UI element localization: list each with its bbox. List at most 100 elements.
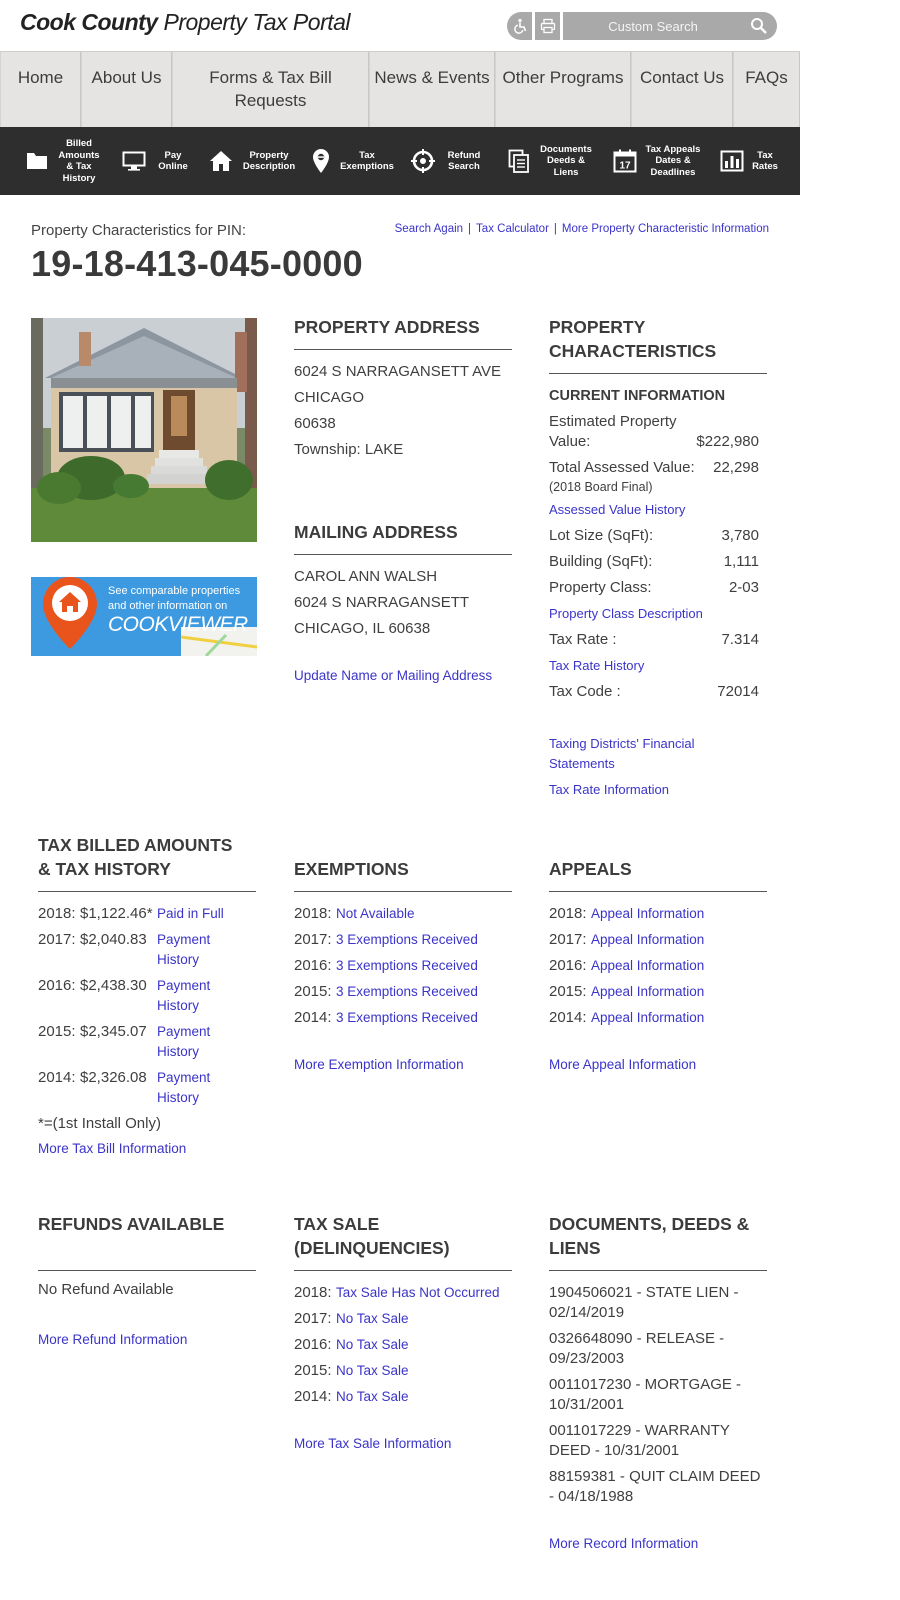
nav-other-programs[interactable]: Other Programs <box>495 52 631 127</box>
tax-billed-row: 2018: $1,122.46* Paid in Full <box>38 904 256 924</box>
tax-sale-link[interactable]: No Tax Sale <box>336 1306 409 1332</box>
cookviewer-brand-rest: VIEWER <box>167 613 248 636</box>
tax-sale-link[interactable]: No Tax Sale <box>336 1332 409 1358</box>
exemption-link[interactable]: Not Available <box>336 901 415 927</box>
nav-about-us[interactable]: About Us <box>81 52 172 127</box>
property-class-description-link[interactable]: Property Class Description <box>549 606 703 621</box>
tax-rate-history-link[interactable]: Tax Rate History <box>549 658 644 673</box>
nav-home[interactable]: Home <box>0 52 81 127</box>
payment-history-link[interactable]: Payment History <box>157 1068 217 1108</box>
print-button[interactable] <box>535 12 560 40</box>
exemption-link[interactable]: 3 Exemptions Received <box>336 953 478 979</box>
quick-link-property-description[interactable]: Property Description <box>209 127 311 195</box>
building-size-row: Building (SqFt): 1,111 <box>549 552 767 572</box>
search-input[interactable] <box>563 12 743 40</box>
appeal-year: 2017: <box>549 931 587 948</box>
payment-history-link[interactable]: Payment History <box>157 930 217 970</box>
nav-home-label: Home <box>17 68 64 87</box>
pin-caption: Property Characteristics for PIN: <box>31 222 247 239</box>
magnifier-icon[interactable] <box>750 17 768 35</box>
quick-link-label: Documents Deeds & Liens <box>540 143 592 178</box>
appeal-year: 2016: <box>549 957 587 974</box>
nav-news-events[interactable]: News & Events <box>369 52 495 127</box>
tax-sale-row: 2018: Tax Sale Has Not Occurred <box>294 1280 512 1306</box>
map-pin-icon <box>313 149 329 173</box>
site-header: Cook County Property Tax Portal <box>0 0 800 51</box>
tax-billed-heading: TAX BILLED AMOUNTS & TAX HISTORY <box>38 833 256 892</box>
quick-link-refund-search[interactable]: Refund Search <box>410 127 508 195</box>
site-logo[interactable]: Cook County Property Tax Portal <box>20 9 351 36</box>
tax-sale-row: 2016: No Tax Sale <box>294 1332 512 1358</box>
current-information-heading: CURRENT INFORMATION <box>549 388 726 404</box>
more-appeal-link[interactable]: More Appeal Information <box>549 1057 696 1072</box>
more-exemption-link[interactable]: More Exemption Information <box>294 1057 464 1072</box>
nav-forms[interactable]: Forms & Tax Bill Requests <box>172 52 369 127</box>
documents-heading: DOCUMENTS, DEEDS & LIENS <box>549 1212 767 1271</box>
appeal-link[interactable]: Appeal Information <box>591 953 704 979</box>
property-characteristics-section: PROPERTY CHARACTERISTICS CURRENT INFORMA… <box>549 315 767 800</box>
quick-link-label: Tax Appeals Dates & Deadlines <box>645 143 701 178</box>
logo-bold-text: Cook County <box>20 9 158 35</box>
calendar-icon: 17 <box>613 149 637 173</box>
calendar-day: 17 <box>619 161 631 172</box>
mailing-street: 6024 S NARRAGANSETT <box>294 594 470 611</box>
appeal-link[interactable]: Appeal Information <box>591 979 704 1005</box>
appeal-row: 2015: Appeal Information <box>549 979 767 1005</box>
tax-code-row: Tax Code : 72014 <box>549 682 767 702</box>
quick-link-label: Refund Search <box>447 149 481 173</box>
nav-faqs-label: FAQs <box>745 68 788 87</box>
nav-about-us-label: About Us <box>91 68 162 87</box>
tax-sale-link[interactable]: No Tax Sale <box>336 1358 409 1384</box>
property-street: 6024 S NARRAGANSETT AVE <box>294 363 502 380</box>
document-record: 0326648090 - RELEASE - 09/23/2003 <box>549 1330 725 1367</box>
tax-amount: $1,122.46* <box>80 905 153 922</box>
house-icon <box>210 151 232 171</box>
appeal-year: 2014: <box>549 1009 587 1026</box>
taxing-districts-link[interactable]: Taxing Districts' Financial Statements <box>549 736 695 771</box>
quick-link-pay-online[interactable]: Pay Online <box>122 127 209 195</box>
more-refund-link[interactable]: More Refund Information <box>38 1332 187 1347</box>
exemption-link[interactable]: 3 Exemptions Received <box>336 979 478 1005</box>
more-characteristic-info-link[interactable]: More Property Characteristic Information <box>562 223 769 235</box>
cookviewer-text: See comparable properties and other info… <box>108 584 240 614</box>
tax-sale-link[interactable]: No Tax Sale <box>336 1384 409 1410</box>
appeal-link[interactable]: Appeal Information <box>591 927 704 953</box>
exemption-link[interactable]: 3 Exemptions Received <box>336 927 478 953</box>
update-mailing-address-link[interactable]: Update Name or Mailing Address <box>294 668 492 683</box>
exemption-link[interactable]: 3 Exemptions Received <box>336 1005 478 1031</box>
exemption-year: 2017: <box>294 931 332 948</box>
documents-section: DOCUMENTS, DEEDS & LIENS 1904506021 - ST… <box>549 1212 767 1553</box>
appeal-row: 2018: Appeal Information <box>549 901 767 927</box>
tax-amount: $2,040.83 <box>80 931 147 948</box>
tax-rate-information-link[interactable]: Tax Rate Information <box>549 782 669 797</box>
exemption-year: 2018: <box>294 905 332 922</box>
more-record-link[interactable]: More Record Information <box>549 1536 698 1551</box>
quick-link-billed-amounts[interactable]: Billed Amounts & Tax History <box>26 127 122 195</box>
accessibility-button[interactable] <box>507 12 532 40</box>
tax-billed-row: 2017: $2,040.83 Payment History <box>38 930 256 970</box>
quick-link-tax-rates[interactable]: Tax Rates <box>720 127 786 195</box>
document-record: 0011017230 - MORTGAGE - 10/31/2001 <box>549 1376 742 1413</box>
more-tax-sale-link[interactable]: More Tax Sale Information <box>294 1436 451 1451</box>
tax-sale-year: 2014: <box>294 1388 332 1405</box>
quick-link-documents[interactable]: Documents Deeds & Liens <box>508 127 613 195</box>
tax-sale-link[interactable]: Tax Sale Has Not Occurred <box>336 1280 500 1306</box>
search-again-link[interactable]: Search Again <box>395 223 463 235</box>
estimated-value-label: Estimated Property Value: <box>549 413 677 450</box>
payment-history-link[interactable]: Payment History <box>157 1022 217 1062</box>
tax-calculator-link[interactable]: Tax Calculator <box>476 223 549 235</box>
assessed-value-history-link[interactable]: Assessed Value History <box>549 502 685 517</box>
tax-sale-row: 2014: No Tax Sale <box>294 1384 512 1410</box>
exemption-year: 2015: <box>294 983 332 1000</box>
appeal-link[interactable]: Appeal Information <box>591 901 704 927</box>
appeal-link[interactable]: Appeal Information <box>591 1005 704 1031</box>
payment-history-link[interactable]: Payment History <box>157 976 217 1016</box>
quick-link-tax-exemptions[interactable]: Tax Exemptions <box>311 127 410 195</box>
mailing-address-heading: MAILING ADDRESS <box>294 520 512 555</box>
cookviewer-banner[interactable]: See comparable properties and other info… <box>31 577 257 656</box>
nav-faqs[interactable]: FAQs <box>733 52 800 127</box>
quick-link-tax-appeals[interactable]: 17 Tax Appeals Dates & Deadlines <box>613 127 720 195</box>
nav-contact-us[interactable]: Contact Us <box>631 52 733 127</box>
more-tax-bill-link[interactable]: More Tax Bill Information <box>38 1141 186 1156</box>
tax-status-link[interactable]: Paid in Full <box>157 904 224 924</box>
